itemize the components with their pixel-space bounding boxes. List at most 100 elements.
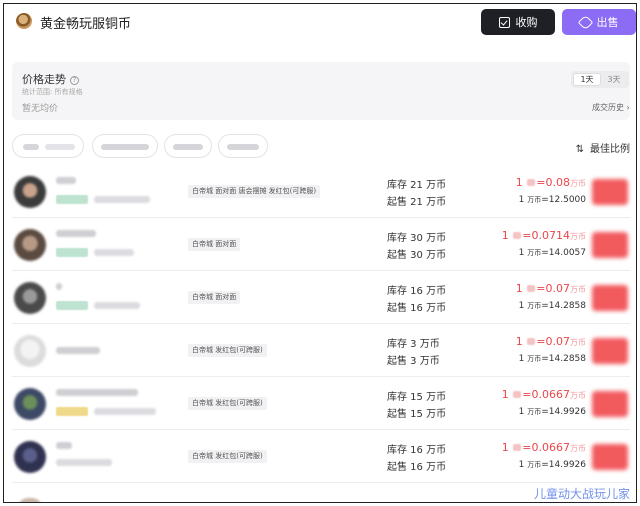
help-icon[interactable]: ? (70, 76, 79, 85)
price-unit: 万币 (570, 338, 586, 347)
seller-name (56, 177, 76, 184)
avatar (14, 441, 46, 473)
stock-text: 库存 16 万币 (387, 286, 447, 297)
rate-value: =14.9926 (541, 407, 586, 417)
purchase-button[interactable] (592, 285, 628, 311)
listing-row[interactable]: 白帝城 面对面 库存 30 万币 起售 30 万币 1 =0.0714万币 1 … (12, 219, 630, 271)
rate-prefix: 1 (518, 195, 525, 205)
price-prefix: 1 (515, 335, 523, 348)
seller-name (56, 283, 62, 290)
range-toggle: 1天 3天 (571, 71, 629, 88)
rate-prefix: 1 (518, 407, 525, 417)
chevron-right-icon: › (626, 103, 630, 112)
purchase-button[interactable] (592, 232, 628, 258)
purchase-button[interactable] (592, 179, 628, 205)
seller-meta (94, 302, 140, 309)
buy-button-label: 收购 (515, 16, 538, 29)
unit-price: 1 =0.0667万币 (502, 388, 586, 401)
stock-text: 库存 16 万币 (387, 445, 447, 456)
trade-methods: 白帝城 发红包(可跨服) (188, 344, 267, 357)
trade-history-link[interactable]: 成交历史 › (592, 102, 630, 113)
filter-chip[interactable] (218, 134, 268, 158)
price-trend-panel: 价格走势? 统计范围: 所有规格 暂无均价 1天 3天 成交历史 › (12, 62, 630, 120)
sort-best-ratio[interactable]: ⇅ 最佳比例 (576, 140, 630, 155)
listing-row[interactable]: 白帝城 发红包(可跨服) 库存 3 万币 起售 3 万币 1 =0.07万币 1… (12, 325, 630, 377)
stock-text: 库存 21 万币 (387, 180, 447, 191)
rate-value: =14.0057 (541, 248, 586, 258)
sort-icon: ⇅ (575, 144, 584, 155)
rate-unit: 万币 (527, 249, 542, 257)
stock-text: 库存 3 万币 (387, 339, 440, 350)
price-value: =0.0667 (522, 441, 570, 454)
tag-icon (577, 14, 593, 30)
filter-chip[interactable] (164, 134, 212, 158)
rate-unit: 万币 (527, 408, 542, 416)
seller-badge (56, 407, 88, 416)
avatar (14, 282, 46, 314)
min-sell-text: 起售 3 万币 (387, 356, 440, 367)
exchange-rate: 1 万币=14.9926 (519, 407, 586, 417)
avatar (14, 229, 46, 261)
rate-prefix: 1 (518, 354, 525, 364)
range-3-day[interactable]: 3天 (601, 73, 627, 86)
app-window: 黄金畅玩服铜币 收购 出售 价格走势? 统计范围: 所有规格 暂无均价 1天 3… (3, 3, 637, 503)
price-value: =0.07 (536, 282, 570, 295)
min-sell-text: 起售 16 万币 (387, 462, 447, 473)
price-trend-title-text: 价格走势 (22, 73, 66, 86)
price-prefix: 1 (501, 441, 509, 454)
rate-unit: 万币 (527, 196, 542, 204)
price-unit: 万币 (570, 285, 586, 294)
unit-price: 1 =0.07万币 (516, 282, 586, 295)
rate-value: =14.2858 (541, 354, 586, 364)
filter-bar: ⇅ 最佳比例 (12, 134, 630, 158)
seller-name (56, 230, 96, 237)
stock-text: 库存 30 万币 (387, 233, 447, 244)
exchange-rate: 1 万币=12.5000 (519, 195, 586, 205)
rate-unit: 万币 (527, 461, 542, 469)
seller-badge (56, 301, 88, 310)
seller-meta (94, 196, 150, 203)
price-value: =0.08 (536, 176, 570, 189)
avatar (14, 335, 46, 367)
rate-value: =14.2858 (541, 301, 586, 311)
price-value: =0.0667 (522, 388, 570, 401)
trade-methods: 白帝城 发红包(可跨服) (188, 450, 267, 463)
exchange-rate: 1 万币=14.0057 (519, 248, 586, 258)
listing-row[interactable]: 白帝城 发红包(可跨服) 库存 15 万币 起售 15 万币 1 =0.0667… (12, 378, 630, 430)
filter-chip[interactable] (92, 134, 158, 158)
filter-chip[interactable] (12, 134, 84, 158)
avatar (14, 388, 46, 420)
header: 黄金畅玩服铜币 收购 出售 (4, 4, 636, 44)
price-value: =0.07 (536, 335, 570, 348)
rate-unit: 万币 (527, 302, 542, 310)
avatar (14, 176, 46, 208)
purchase-button[interactable] (592, 391, 628, 417)
buy-button[interactable]: 收购 (481, 9, 555, 35)
price-value: =0.0714 (522, 229, 570, 242)
unit-price: 1 =0.0667万币 (502, 441, 586, 454)
trend-scope-text: 统计范围: 所有规格 (22, 88, 83, 96)
price-unit: 万币 (570, 232, 586, 241)
range-1-day[interactable]: 1天 (573, 73, 601, 86)
seller-name (56, 442, 72, 449)
exchange-rate: 1 万币=14.2858 (519, 301, 586, 311)
min-sell-text: 起售 16 万币 (387, 303, 447, 314)
unit-price: 1 =0.07万币 (516, 335, 586, 348)
purchase-button[interactable] (592, 444, 628, 470)
seller-meta (56, 459, 112, 466)
price-prefix: 1 (501, 388, 509, 401)
listing-row[interactable]: 白帝城 面对面 库存 16 万币 起售 16 万币 1 =0.07万币 1 万币… (12, 272, 630, 324)
sell-button-label: 出售 (596, 16, 619, 29)
stock-text: 库存 15 万币 (387, 392, 447, 403)
page-title: 黄金畅玩服铜币 (40, 17, 132, 32)
unit-price: 1 =0.0714万币 (502, 229, 586, 242)
trade-methods: 白帝城 面对面 (188, 291, 241, 304)
sell-button[interactable]: 出售 (562, 9, 636, 35)
no-average-text: 暂无均价 (22, 104, 59, 114)
listing-row[interactable]: 白帝城 发红包(可跨服) 库存 16 万币 起售 16 万币 1 =0.0667… (12, 431, 630, 483)
trade-history-label: 成交历史 (592, 103, 624, 112)
listing-row[interactable]: 白帝城 面对面 唐会摆摊 发红包(可跨服) 库存 21 万币 起售 21 万币 … (12, 166, 630, 218)
purchase-button[interactable] (592, 338, 628, 364)
price-prefix: 1 (501, 229, 509, 242)
exchange-rate: 1 万币=14.9926 (519, 460, 586, 470)
